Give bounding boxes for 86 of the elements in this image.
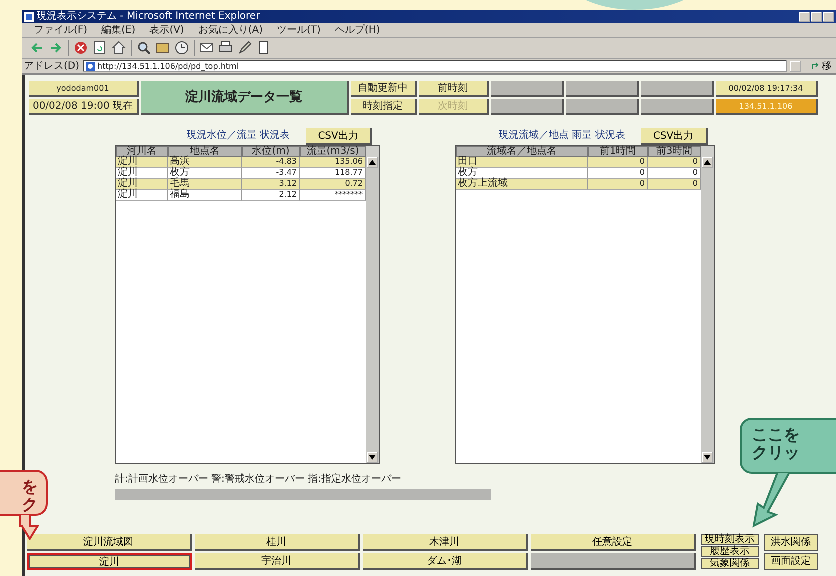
table-cell: 0 [588, 179, 648, 190]
table-cell: 淀川 [116, 190, 168, 201]
scroll-down-button[interactable] [702, 452, 713, 463]
table-cell: 135.06 [300, 157, 366, 168]
side-button[interactable]: 気象関係 [701, 558, 759, 569]
scroll-up-button[interactable] [367, 157, 378, 168]
page-icon [86, 62, 95, 70]
clock-text: 00/02/08 19:17:34 [716, 81, 818, 97]
go-arrow-icon [812, 62, 820, 70]
menu-item[interactable]: ヘルプ(H) [334, 23, 380, 37]
river-button[interactable]: 宇治川 [195, 553, 360, 570]
table-cell: 2.12 [242, 190, 300, 201]
table-cell: 0 [648, 157, 701, 168]
column-header: 前3時間 [648, 146, 701, 157]
menu-item[interactable]: お気に入り(A) [198, 23, 263, 37]
river-button[interactable]: 任意設定 [531, 534, 696, 551]
document-icon[interactable] [257, 41, 271, 55]
callout-arrow [752, 472, 792, 528]
mail-icon[interactable] [200, 41, 214, 55]
callout-bubble: ここを クリッ [740, 418, 836, 474]
time-button[interactable]: 時刻指定 [351, 99, 417, 115]
printer-icon[interactable] [219, 41, 233, 55]
scroll-down-button[interactable] [367, 452, 378, 463]
table-cell: 福島 [168, 190, 242, 201]
river-button[interactable]: 桂川 [195, 534, 360, 551]
scrollbar-corner [701, 146, 714, 157]
legend-text: 計:計画水位オーバー 警:警戒水位オーバー 指:指定水位オーバー [115, 472, 402, 486]
table-cell: 淀川 [116, 179, 168, 190]
close-button[interactable] [823, 12, 834, 22]
home-icon[interactable] [112, 41, 126, 55]
side-button[interactable]: 画面設定 [764, 553, 818, 570]
stop-icon[interactable] [74, 41, 88, 55]
table-cell: 3.12 [242, 179, 300, 190]
table-cell: 淀川 [116, 157, 168, 168]
edit-icon[interactable] [238, 41, 252, 55]
scrollbar-corner [366, 146, 379, 157]
clock-icon[interactable] [175, 41, 189, 55]
address-label: アドレス(D) [24, 60, 80, 73]
minimize-button[interactable] [799, 12, 810, 22]
menu-item[interactable]: 編集(E) [102, 23, 136, 37]
menu-item[interactable]: ファイル(F) [34, 23, 88, 37]
column-header: 河川名 [116, 146, 168, 157]
menu-item[interactable]: ツール(T) [277, 23, 321, 37]
callout-bubble: を ク [0, 470, 48, 516]
river-button[interactable]: 淀川流域図 [27, 534, 192, 551]
folder-icon[interactable] [156, 41, 170, 55]
side-button[interactable]: 洪水関係 [764, 534, 818, 551]
address-field[interactable]: http://134.51.1.106/pd/pd_top.html [82, 60, 787, 72]
table-cell: 枚方上流域 [456, 179, 588, 190]
go-button[interactable]: 移 [804, 59, 834, 73]
as-of-text: 00/02/08 19:00 現在 [29, 99, 139, 115]
csv-button[interactable]: CSV出力 [641, 128, 708, 145]
table-cell: 0 [648, 179, 701, 190]
time-button[interactable]: 前時刻 [419, 81, 489, 97]
table-cell: 0 [588, 157, 648, 168]
app-icon [24, 12, 34, 22]
host-address: 134.51.1.106 [716, 99, 818, 115]
menu-item[interactable]: 表示(V) [150, 23, 184, 37]
scrollbar[interactable] [701, 146, 714, 463]
scroll-up-button[interactable] [702, 157, 713, 168]
table-title: 現況流域／地点 雨量 状況表 [499, 128, 626, 143]
table-cell: 毛馬 [168, 179, 242, 190]
table-title: 現況水位／流量 状況表 [187, 128, 290, 143]
table-cell: 0.72 [300, 179, 366, 190]
table-cell: -4.83 [242, 157, 300, 168]
time-button[interactable]: 自動更新中 [351, 81, 417, 97]
page-title: 淀川流域データ一覧 [141, 81, 349, 115]
refresh-icon[interactable] [93, 41, 107, 55]
side-button[interactable]: 現時刻表示 [701, 534, 759, 545]
scrollbar[interactable] [366, 146, 379, 463]
window-title: 現況表示システム - Microsoft Internet Explorer [37, 10, 260, 23]
river-button[interactable]: ダム･湖 [363, 553, 528, 570]
search-icon[interactable] [137, 41, 151, 55]
side-button[interactable]: 履歴表示 [701, 546, 759, 557]
column-header: 流域名／地点名 [456, 146, 588, 157]
column-header: 地点名 [168, 146, 242, 157]
column-header: 流量(m3/s) [300, 146, 366, 157]
maximize-button[interactable] [811, 12, 822, 22]
river-button[interactable]: 木津川 [363, 534, 528, 551]
column-header: 前1時間 [588, 146, 648, 157]
river-button[interactable]: 淀川 [27, 553, 192, 570]
table-cell: 高浜 [168, 157, 242, 168]
user-id: yododam001 [29, 81, 139, 97]
table-cell: 田口 [456, 157, 588, 168]
column-header: 水位(m) [242, 146, 300, 157]
csv-button[interactable]: CSV出力 [306, 128, 372, 145]
